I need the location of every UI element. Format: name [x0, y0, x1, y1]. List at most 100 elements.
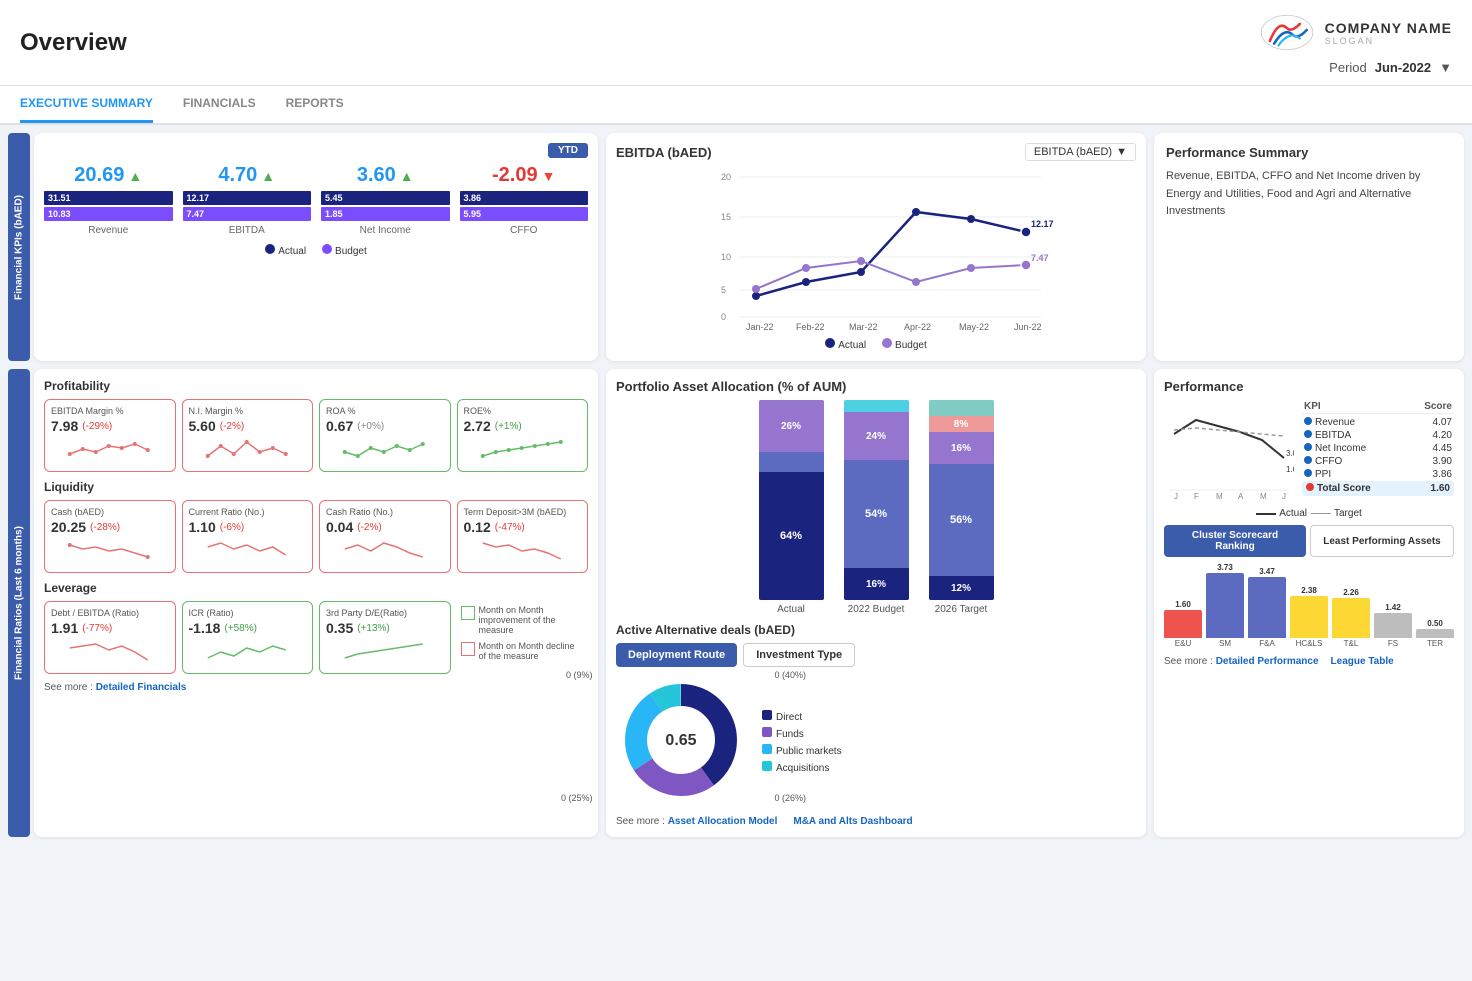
ytd-badge-wrapper: YTD — [44, 143, 588, 158]
kpi-ebitda-label: EBITDA — [183, 225, 312, 236]
svg-text:7.47: 7.47 — [1031, 253, 1049, 263]
period-value: Jun-2022 — [1375, 60, 1431, 75]
svg-text:10: 10 — [721, 252, 731, 262]
header-right: COMPANY NAME SLOGAN Period Jun-2022 ▼ — [1257, 10, 1452, 75]
svg-text:Jan-22: Jan-22 — [746, 322, 774, 332]
ebitda-select[interactable]: EBITDA (bAED) ▼ — [1025, 143, 1136, 161]
sparkline-roa — [326, 434, 444, 462]
svg-text:M: M — [1216, 492, 1223, 500]
ratio-icr: ICR (Ratio) -1.18 (+58%) — [182, 601, 314, 674]
logo-area: COMPANY NAME SLOGAN — [1257, 10, 1452, 55]
portfolio-bar-actual: 64% 26% Actual — [759, 400, 824, 615]
svg-text:15: 15 — [721, 212, 731, 222]
kpi-cffo: -2.09 ▼ 3.86 5.95 CFFO — [460, 164, 589, 236]
ratio-ebitda-margin: EBITDA Margin % 7.98 (-29%) — [44, 399, 176, 472]
mna-alts-link[interactable]: M&A and Alts Dashboard — [793, 816, 912, 827]
ratio-roe: ROE% 2.72 (+1%) — [457, 399, 589, 472]
cluster-scorecard-tab[interactable]: Cluster Scorecard Ranking — [1164, 525, 1306, 557]
kpi-netincome-bar2: 1.85 — [321, 207, 450, 221]
performance-line-chart: J F M A M J 3.00 1.60 — [1164, 400, 1294, 500]
donut-area: 0.65 0 (40%) 0 (9%) 0 (25%) 0 (26%) Dire… — [616, 675, 1136, 808]
sparkline-ni-margin — [189, 434, 307, 462]
kpi-netincome: 3.60 ▲ 5.45 1.85 Net Income — [321, 164, 450, 236]
sparkline-current-ratio — [189, 535, 307, 563]
ytd-badge: YTD — [548, 143, 588, 158]
performance-chart-area: J F M A M J 3.00 1.60 KPIScore Reve — [1164, 400, 1454, 500]
bar-hcls: 2.38 HC&LS — [1290, 586, 1328, 648]
kpi-items: 20.69 ▲ 31.51 10.83 Revenue 4.70 — [44, 164, 588, 236]
performance-card: Performance J F M A M — [1154, 369, 1464, 837]
bar-sm: 3.73 SM — [1206, 563, 1244, 648]
legend-budget: Budget — [322, 244, 367, 257]
perf-summary-title: Performance Summary — [1166, 145, 1452, 160]
detailed-financials-link[interactable]: Detailed Financials — [96, 682, 187, 693]
tab-reports[interactable]: REPORTS — [286, 86, 344, 123]
kpi-revenue-label: Revenue — [44, 225, 173, 236]
period-dropdown-icon[interactable]: ▼ — [1439, 60, 1452, 75]
liquidity-grid: Cash (bAED) 20.25 (-28%) Current Ratio (… — [44, 500, 588, 573]
leverage-title: Leverage — [44, 581, 588, 595]
company-logo-icon — [1257, 10, 1317, 55]
kpi-ebitda-bar1: 12.17 — [183, 191, 312, 205]
donut-chart: 0.65 0 (40%) 0 (9%) 0 (25%) 0 (26%) — [616, 675, 746, 808]
kpi-revenue-arrow: ▲ — [128, 168, 142, 184]
svg-text:1.60: 1.60 — [1286, 465, 1294, 474]
see-more-performance: See more : Detailed Performance League T… — [1164, 656, 1454, 667]
sparkline-debt-ebitda — [51, 636, 169, 664]
portfolio-bar-target: 12% 56% 16% 8% 2026 Target — [929, 400, 994, 615]
tab-executive-summary[interactable]: EXECUTIVE SUMMARY — [20, 86, 153, 123]
svg-text:F: F — [1194, 492, 1199, 500]
svg-text:Mar-22: Mar-22 — [849, 322, 878, 332]
least-performing-tab[interactable]: Least Performing Assets — [1310, 525, 1454, 557]
bar-fs: 1.42 FS — [1374, 603, 1412, 648]
company-info: COMPANY NAME SLOGAN — [1325, 20, 1452, 46]
svg-text:J: J — [1174, 492, 1178, 500]
svg-text:May-22: May-22 — [959, 322, 989, 332]
profitability-grid: EBITDA Margin % 7.98 (-29%) — [44, 399, 588, 472]
asset-allocation-link[interactable]: Asset Allocation Model — [668, 816, 778, 827]
see-more-portfolio: See more : Asset Allocation Model M&A an… — [616, 816, 1136, 827]
sparkline-roe — [464, 434, 582, 462]
kpi-cffo-label: CFFO — [460, 225, 589, 236]
ratio-current-ratio: Current Ratio (No.) 1.10 (-6%) — [182, 500, 314, 573]
kpi-netincome-arrow: ▲ — [400, 168, 414, 184]
svg-text:3.00: 3.00 — [1286, 449, 1294, 458]
donut-legend: Direct Funds Public markets Acquisitions — [762, 710, 842, 774]
bar-eu: 1.60 E&U — [1164, 600, 1202, 648]
portfolio-card: Portfolio Asset Allocation (% of AUM) 64… — [606, 369, 1146, 837]
company-slogan: SLOGAN — [1325, 36, 1452, 46]
ratio-3rd-party: 3rd Party D/E(Ratio) 0.35 (+13%) — [319, 601, 451, 674]
deployment-route-tab[interactable]: Deployment Route — [616, 643, 737, 667]
ratio-cash-ratio: Cash Ratio (No.) 0.04 (-2%) — [319, 500, 451, 573]
investment-type-tab[interactable]: Investment Type — [743, 643, 855, 667]
see-more-ratios: See more : Detailed Financials — [44, 682, 588, 693]
ratio-roa: ROA % 0.67 (+0%) — [319, 399, 451, 472]
deals-title: Active Alternative deals (bAED) — [616, 623, 1136, 637]
kpi-card: YTD 20.69 ▲ 31.51 10.83 Revenue — [34, 133, 598, 361]
bar-tl: 2.26 T&L — [1332, 588, 1370, 648]
kpi-cffo-arrow: ▼ — [542, 168, 556, 184]
perf-summary-text: Revenue, EBITDA, CFFO and Net Income dri… — [1166, 168, 1452, 221]
detailed-performance-link[interactable]: Detailed Performance — [1216, 656, 1319, 667]
svg-text:Feb-22: Feb-22 — [796, 322, 825, 332]
sparkline-cash — [51, 535, 169, 563]
portfolio-bar-budget: 16% 54% 24% 2022 Budget — [844, 400, 909, 615]
svg-text:Apr-22: Apr-22 — [904, 322, 931, 332]
league-table-link[interactable]: League Table — [1331, 656, 1394, 667]
kpi-netincome-label: Net Income — [321, 225, 450, 236]
bar-actual: 31.51 — [44, 191, 173, 205]
svg-text:0: 0 — [721, 312, 726, 322]
tab-financials[interactable]: FINANCIALS — [183, 86, 256, 123]
svg-text:Jun-22: Jun-22 — [1014, 322, 1042, 332]
kpi-ebitda-value: 4.70 — [218, 164, 257, 187]
financial-ratios-label: Financial Ratios (Last 6 months) — [8, 369, 30, 837]
svg-text:12.17: 12.17 — [1031, 219, 1054, 229]
svg-text:M: M — [1260, 492, 1267, 500]
performance-bars: 1.60 E&U 3.73 SM 3.47 F&A — [1164, 565, 1454, 650]
sparkline-ebitda-margin — [51, 434, 169, 462]
performance-summary-card: Performance Summary Revenue, EBITDA, CFF… — [1154, 133, 1464, 361]
leverage-grid: Debt / EBITDA (Ratio) 1.91 (-77%) ICR (R… — [44, 601, 588, 674]
ratio-ni-margin: N.I. Margin % 5.60 (-2%) — [182, 399, 314, 472]
bar-budget: 10.83 — [44, 207, 173, 221]
legend-actual: Actual — [265, 244, 306, 257]
